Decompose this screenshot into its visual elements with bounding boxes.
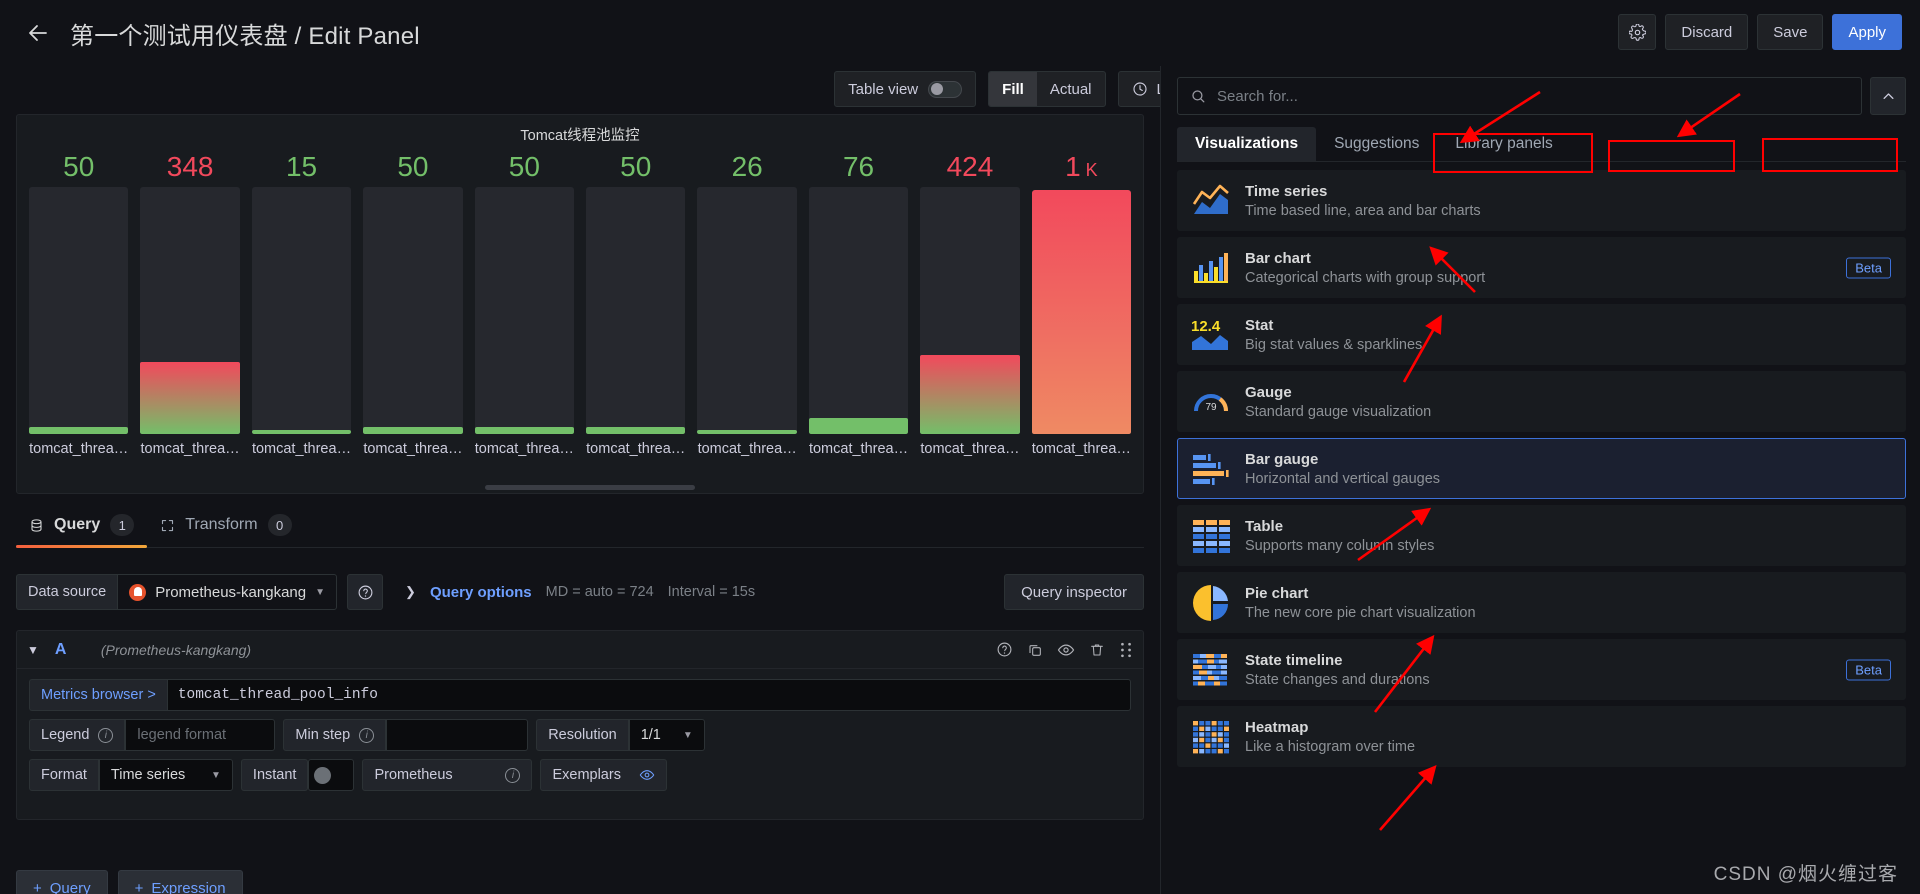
sidebar-tab-label: Suggestions (1334, 135, 1420, 152)
viz-option-text: Bar gauge Horizontal and vertical gauges (1245, 451, 1440, 487)
table-icon (1190, 515, 1232, 557)
time-series-icon (1192, 184, 1229, 214)
viz-option-name: State timeline (1245, 651, 1343, 669)
table-icon (1193, 519, 1230, 553)
visualization-list: Time series Time based line, area and bar… (1177, 170, 1906, 894)
time-series-icon (1190, 180, 1232, 222)
state-timeline-icon (1190, 649, 1232, 691)
viz-option-time-series[interactable]: Time series Time based line, area and bar… (1177, 170, 1906, 231)
gauge-icon: 79 (1194, 393, 1228, 413)
top-bar-actions: Discard Save Apply (1618, 14, 1902, 50)
panel-settings-button[interactable] (1618, 14, 1657, 50)
viz-option-name: Bar chart (1245, 249, 1311, 267)
watermark: CSDN @烟火缠过客 (1713, 864, 1898, 885)
bar-chart-icon (1194, 252, 1228, 283)
viz-option-description: Time based line, area and bar charts (1245, 202, 1481, 219)
top-bar: 第一个测试用仪表盘 / Edit Panel Discard Save Appl… (0, 0, 1920, 66)
save-button[interactable]: Save (1757, 14, 1824, 50)
heatmap-icon (1193, 720, 1229, 753)
viz-option-bar-chart[interactable]: Bar chart Categorical charts with group s… (1177, 237, 1906, 298)
chevron-up-icon (1883, 92, 1893, 99)
beta-badge: Beta (1846, 257, 1891, 278)
viz-option-text: Time series Time based line, area and bar… (1245, 183, 1481, 219)
pie-chart-icon (1190, 582, 1232, 624)
viz-option-stat[interactable]: 12.4 Stat Big stat values & sparklines (1177, 304, 1906, 365)
collapse-sidebar-button[interactable] (1870, 77, 1906, 115)
viz-option-description: Supports many column styles (1245, 537, 1435, 554)
sidebar-tab-label: Library panels (1455, 135, 1553, 152)
discard-button[interactable]: Discard (1665, 14, 1749, 50)
viz-option-name: Time series (1245, 182, 1328, 200)
bar-gauge-icon (1193, 453, 1229, 485)
viz-option-name: Heatmap (1245, 718, 1309, 736)
stat-icon: 12.4 (1191, 318, 1228, 350)
visualization-sidebar: VisualizationsSuggestionsLibrary panels … (1160, 66, 1920, 894)
viz-option-text: Table Supports many column styles (1245, 518, 1434, 554)
viz-option-name: Stat (1245, 316, 1274, 334)
viz-option-description: Big stat values & sparklines (1245, 336, 1423, 353)
sidebar-tab-label: Visualizations (1195, 135, 1299, 152)
viz-option-description: Horizontal and vertical gauges (1245, 470, 1441, 487)
pie-chart-icon (1193, 584, 1228, 621)
bar-chart-icon (1190, 247, 1232, 289)
viz-option-text: Gauge Standard gauge visualization (1245, 384, 1431, 420)
search-box[interactable] (1177, 77, 1862, 115)
page-title: 第一个测试用仪表盘 / Edit Panel (70, 22, 420, 50)
grafana-edit-panel: 第一个测试用仪表盘 / Edit Panel Discard Save Appl… (0, 0, 1920, 894)
back-button[interactable] (18, 13, 58, 53)
gauge-icon: 79 (1190, 381, 1232, 423)
viz-option-name: Pie chart (1245, 584, 1309, 602)
viz-option-name: Bar gauge (1245, 450, 1319, 468)
viz-option-bar-gauge[interactable]: Bar gauge Horizontal and vertical gauges (1177, 438, 1906, 499)
viz-option-description: State changes and durations (1245, 671, 1430, 688)
viz-option-text: Pie chart The new core pie chart visualiz… (1245, 585, 1476, 621)
apply-button[interactable]: Apply (1832, 14, 1902, 50)
search-input[interactable] (1217, 87, 1849, 105)
viz-option-gauge[interactable]: 79 Gauge Standard gauge visualization (1177, 371, 1906, 432)
viz-option-text: Heatmap Like a histogram over time (1245, 719, 1415, 755)
beta-badge: Beta (1846, 659, 1891, 680)
sidebar-search-row (1177, 77, 1906, 115)
search-icon (1192, 89, 1205, 102)
viz-option-pie-chart[interactable]: Pie chart The new core pie chart visualiz… (1177, 572, 1906, 633)
viz-option-description: Categorical charts with group support (1245, 269, 1486, 286)
bar-gauge-icon (1190, 448, 1232, 490)
viz-option-table[interactable]: Table Supports many column styles (1177, 505, 1906, 566)
sidebar-tab-visualizations[interactable]: Visualizations (1177, 127, 1317, 161)
viz-option-description: Standard gauge visualization (1245, 403, 1432, 420)
viz-option-state-timeline[interactable]: State timeline State changes and duration… (1177, 639, 1906, 700)
visualization-sidebar-wrap: VisualizationsSuggestionsLibrary panels … (0, 66, 1920, 894)
arrow-left-icon (29, 25, 47, 41)
gear-icon (1628, 23, 1646, 41)
stat-icon: 12.4 (1190, 314, 1232, 356)
viz-option-heatmap[interactable]: Heatmap Like a histogram over time (1177, 706, 1906, 767)
svg-text:12.4: 12.4 (1191, 318, 1221, 335)
viz-option-text: Bar chart Categorical charts with group s… (1245, 250, 1485, 286)
viz-option-text: Stat Big stat values & sparklines (1245, 317, 1422, 353)
viz-option-description: Like a histogram over time (1245, 738, 1416, 755)
viz-option-text: State timeline State changes and duration… (1245, 652, 1430, 688)
sidebar-tab-suggestions[interactable]: Suggestions (1316, 127, 1437, 161)
sidebar-tabs: Visualizations Suggestions Library panels (1177, 124, 1906, 162)
svg-text:79: 79 (1205, 402, 1217, 413)
viz-option-name: Table (1245, 517, 1284, 535)
state-timeline-icon (1193, 653, 1227, 685)
sidebar-tab-library-panels[interactable]: Library panels (1437, 127, 1570, 161)
viz-option-name: Gauge (1245, 383, 1292, 401)
heatmap-icon (1190, 716, 1232, 758)
viz-option-description: The new core pie chart visualization (1245, 604, 1476, 621)
